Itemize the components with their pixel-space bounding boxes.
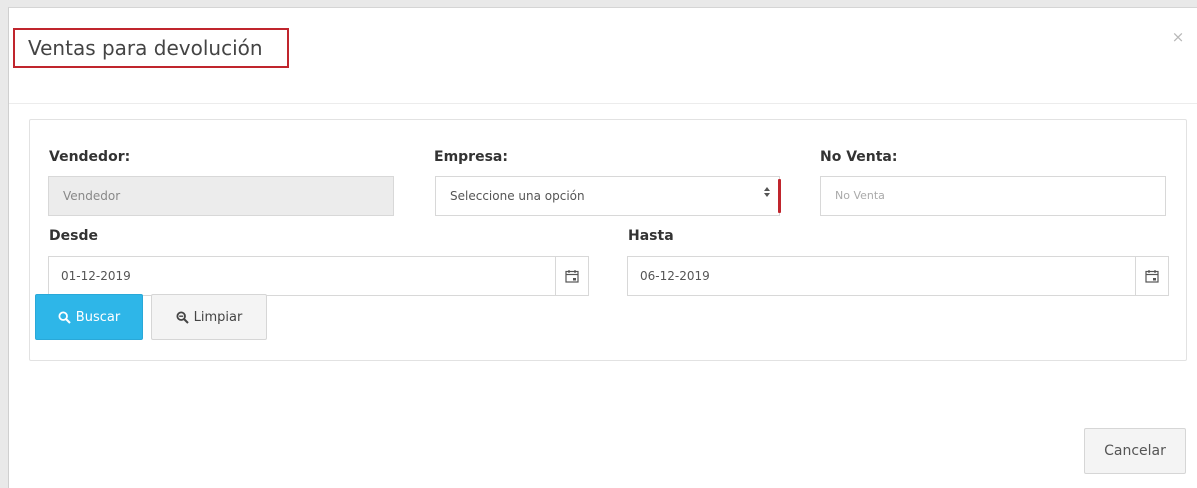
- empresa-label: Empresa:: [434, 149, 508, 165]
- search-button[interactable]: Buscar: [35, 294, 143, 340]
- desde-date-value: 01-12-2019: [61, 269, 131, 283]
- empresa-selected-value: Seleccione una opción: [450, 189, 585, 203]
- clear-button-label: Limpiar: [193, 309, 243, 325]
- modal-title: Ventas para devolución: [13, 28, 289, 68]
- no-venta-input[interactable]: No Venta: [820, 176, 1166, 216]
- cancel-button-label: Cancelar: [1104, 443, 1166, 459]
- updown-arrows-icon: [763, 177, 771, 215]
- close-icon[interactable]: ×: [1171, 30, 1185, 45]
- modal-dialog: Ventas para devolución × Vendedor: Empre…: [8, 7, 1197, 488]
- search-icon: [58, 310, 71, 324]
- calendar-icon[interactable]: [1135, 257, 1168, 295]
- hasta-date-value: 06-12-2019: [640, 269, 710, 283]
- clear-button[interactable]: Limpiar: [151, 294, 267, 340]
- search-icon: [176, 310, 189, 324]
- vendedor-value: Vendedor: [63, 189, 121, 203]
- hasta-date-input[interactable]: 06-12-2019: [627, 256, 1169, 296]
- calendar-icon[interactable]: [555, 257, 588, 295]
- hasta-label: Hasta: [628, 228, 674, 244]
- search-button-label: Buscar: [75, 309, 121, 325]
- no-venta-label: No Venta:: [820, 149, 898, 165]
- no-venta-placeholder: No Venta: [835, 189, 885, 202]
- modal-title-text: Ventas para devolución: [28, 36, 263, 60]
- select-error-accent: [778, 179, 781, 213]
- vendedor-label: Vendedor:: [49, 149, 131, 165]
- desde-date-input[interactable]: 01-12-2019: [48, 256, 589, 296]
- desde-label: Desde: [49, 228, 98, 244]
- empresa-select[interactable]: Seleccione una opción: [435, 176, 781, 216]
- header-divider: [9, 103, 1197, 104]
- vendedor-field: Vendedor: [48, 176, 394, 216]
- cancel-button[interactable]: Cancelar: [1084, 428, 1186, 474]
